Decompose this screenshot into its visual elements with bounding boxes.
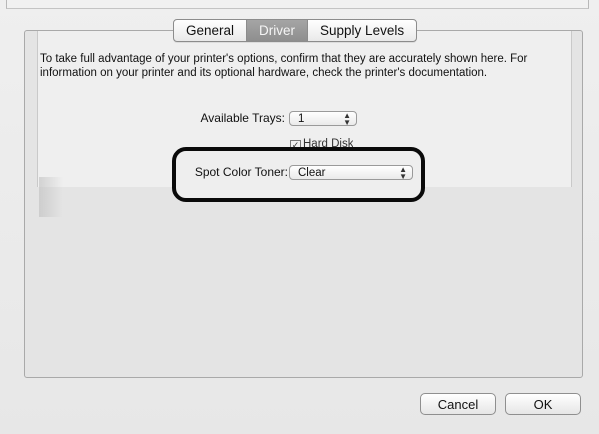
- spot-color-toner-label: Spot Color Toner:: [194, 165, 288, 179]
- popup-arrows-icon: ▲ ▼: [343, 110, 351, 127]
- hard-disk-label: Hard Disk: [303, 138, 354, 147]
- hard-disk-option[interactable]: ✓ Hard Disk: [290, 137, 353, 147]
- spot-color-toner-value: Clear: [298, 167, 326, 179]
- spot-color-toner-popup[interactable]: Clear ▲ ▼: [289, 165, 413, 180]
- tab-driver[interactable]: Driver: [247, 20, 309, 41]
- cancel-button[interactable]: Cancel: [420, 393, 496, 415]
- available-trays-label: Available Trays:: [200, 111, 286, 125]
- ok-button[interactable]: OK: [505, 393, 581, 415]
- popup-arrows-icon: ▲ ▼: [399, 164, 407, 181]
- tab-bar: General Driver Supply Levels: [173, 19, 418, 42]
- tab-general[interactable]: General: [174, 20, 248, 41]
- tab-supply-levels[interactable]: Supply Levels: [308, 20, 416, 41]
- available-trays-value: 1: [298, 113, 305, 125]
- hard-disk-checkbox[interactable]: ✓: [290, 140, 301, 147]
- available-trays-popup[interactable]: 1 ▲ ▼: [289, 111, 357, 126]
- options-panel: [24, 30, 583, 378]
- spot-color-highlight: Spot Color Toner: Clear ▲ ▼: [172, 147, 425, 202]
- printer-options-window: General Driver Supply Levels To take ful…: [0, 0, 599, 434]
- panel-shadow: [39, 177, 63, 217]
- sheet-top-edge: [6, 0, 589, 9]
- driver-description: To take full advantage of your printer's…: [40, 53, 528, 79]
